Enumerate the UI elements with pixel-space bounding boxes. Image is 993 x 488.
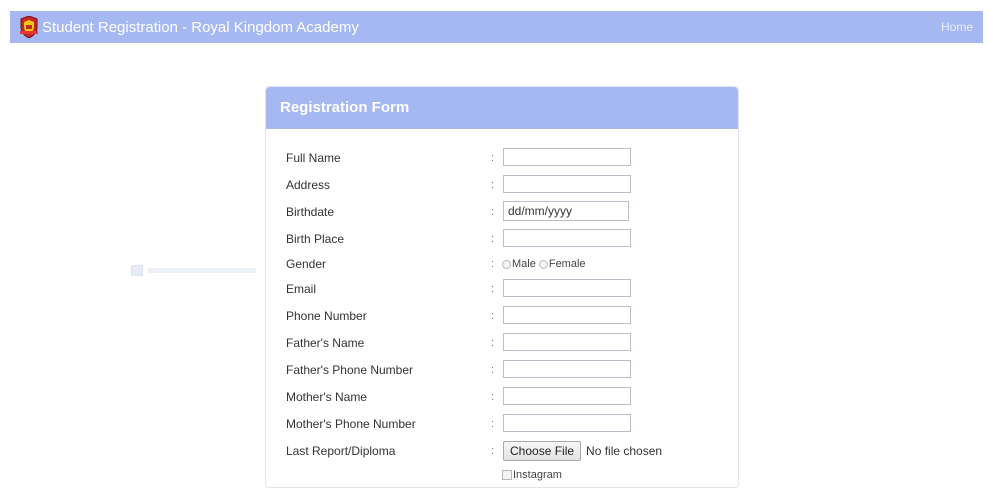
faded-bar bbox=[148, 268, 256, 273]
checkbox-icon bbox=[502, 470, 512, 480]
colon: : bbox=[491, 179, 495, 191]
colon: : bbox=[491, 337, 495, 349]
faded-sidebar-widget bbox=[131, 265, 256, 276]
phone-number-input[interactable] bbox=[503, 306, 631, 324]
last-report-label: Last Report/Diploma bbox=[286, 444, 396, 458]
file-status-text: No file chosen bbox=[586, 444, 663, 458]
colon: : bbox=[491, 364, 495, 376]
academy-crest-icon bbox=[20, 15, 38, 39]
fathers-phone-row: Father's Phone Number : bbox=[266, 359, 738, 381]
address-row: Address : bbox=[266, 174, 738, 196]
gender-female-label: Female bbox=[548, 258, 586, 270]
email-row: Email : bbox=[266, 278, 738, 300]
app-title: Student Registration - Royal Kingdom Aca… bbox=[42, 18, 359, 36]
full-name-input[interactable] bbox=[503, 148, 631, 166]
birthdate-row: Birthdate : bbox=[266, 201, 738, 223]
mothers-phone-row: Mother's Phone Number : bbox=[266, 413, 738, 435]
colon: : bbox=[491, 445, 495, 457]
mothers-name-label: Mother's Name bbox=[286, 390, 367, 404]
file-upload: Choose File No file chosen bbox=[503, 440, 662, 462]
full-name-label: Full Name bbox=[286, 151, 341, 165]
form-header: Registration Form bbox=[266, 87, 738, 129]
mothers-phone-input[interactable] bbox=[503, 414, 631, 432]
choose-file-button[interactable]: Choose File bbox=[503, 441, 582, 461]
phone-number-label: Phone Number bbox=[286, 309, 367, 323]
gender-male-radio[interactable]: Male bbox=[502, 258, 536, 270]
colon: : bbox=[491, 283, 495, 295]
colon: : bbox=[491, 418, 495, 430]
address-input[interactable] bbox=[503, 175, 631, 193]
fathers-phone-input[interactable] bbox=[503, 360, 631, 378]
colon: : bbox=[491, 391, 495, 403]
gender-row: Gender : Male Female bbox=[266, 253, 738, 275]
full-name-row: Full Name : bbox=[266, 147, 738, 169]
mothers-name-input[interactable] bbox=[503, 387, 631, 405]
email-input[interactable] bbox=[503, 279, 631, 297]
fathers-name-input[interactable] bbox=[503, 333, 631, 351]
registration-form-card: Registration Form Full Name : Address : … bbox=[265, 86, 739, 488]
brand[interactable]: Student Registration - Royal Kingdom Aca… bbox=[20, 11, 359, 43]
birth-place-row: Birth Place : bbox=[266, 228, 738, 250]
birthdate-input[interactable] bbox=[503, 201, 629, 221]
top-navbar: Student Registration - Royal Kingdom Aca… bbox=[10, 11, 983, 43]
phone-number-row: Phone Number : bbox=[266, 305, 738, 327]
instagram-label: Instagram bbox=[513, 469, 562, 481]
gender-female-radio[interactable]: Female bbox=[538, 258, 586, 270]
birth-place-input[interactable] bbox=[503, 229, 631, 247]
address-label: Address bbox=[286, 178, 331, 192]
last-report-row: Last Report/Diploma : Choose File No fil… bbox=[266, 440, 738, 462]
gender-radio-group: Male Female bbox=[502, 253, 586, 275]
fathers-phone-label: Father's Phone Number bbox=[286, 363, 414, 377]
mothers-phone-label: Mother's Phone Number bbox=[286, 417, 416, 431]
fathers-name-row: Father's Name : bbox=[266, 332, 738, 354]
fathers-name-label: Father's Name bbox=[286, 336, 365, 350]
colon: : bbox=[491, 233, 495, 245]
birthdate-label: Birthdate bbox=[286, 205, 335, 219]
email-label: Email bbox=[286, 282, 317, 296]
mothers-name-row: Mother's Name : bbox=[266, 386, 738, 408]
colon: : bbox=[491, 206, 495, 218]
home-link[interactable]: Home bbox=[941, 11, 973, 43]
faded-box-icon bbox=[131, 265, 143, 276]
radio-circle-icon bbox=[538, 259, 548, 269]
gender-male-label: Male bbox=[512, 258, 536, 270]
colon: : bbox=[491, 258, 495, 270]
birth-place-label: Birth Place bbox=[286, 232, 345, 246]
gender-label: Gender bbox=[286, 257, 327, 271]
radio-circle-icon bbox=[502, 259, 511, 269]
colon: : bbox=[491, 152, 495, 164]
colon: : bbox=[491, 310, 495, 322]
